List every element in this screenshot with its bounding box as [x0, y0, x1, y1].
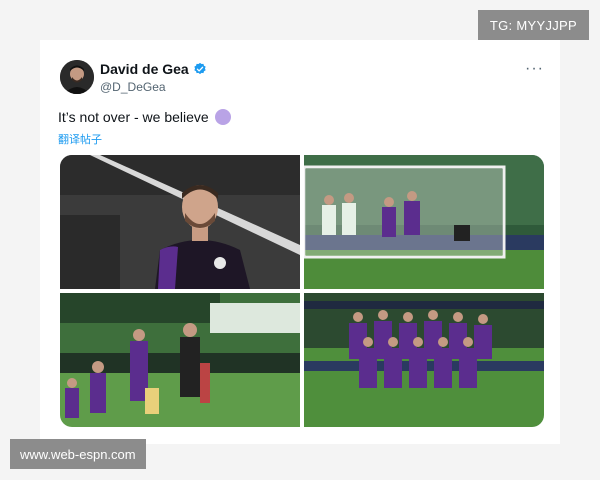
- watermark-top: TG: MYYJJPP: [477, 10, 589, 40]
- watermark-bottom: www.web-espn.com: [10, 439, 146, 469]
- display-name[interactable]: David de Gea: [100, 61, 189, 77]
- purple-circle-icon: [214, 109, 231, 125]
- photo-penalty-moment[interactable]: [304, 155, 544, 289]
- photo-grid: [60, 155, 544, 427]
- photo-tunnel-walkout[interactable]: [60, 293, 300, 427]
- tweet-text-row: It’s not over - we believe: [58, 109, 231, 125]
- photo-player-portrait[interactable]: [60, 155, 300, 289]
- tweet-text: It’s not over - we believe: [58, 109, 209, 125]
- user-handle[interactable]: @D_DeGea: [100, 80, 166, 94]
- more-options-icon[interactable]: ···: [525, 60, 544, 78]
- verified-badge-icon: [194, 62, 206, 75]
- translate-post-link[interactable]: 翻译帖子: [58, 131, 102, 147]
- avatar[interactable]: [60, 60, 94, 94]
- name-row: David de Gea: [100, 61, 207, 77]
- photo-team-photo[interactable]: [304, 293, 544, 427]
- tweet-card: David de Gea @D_DeGea ··· It’s not over …: [40, 40, 560, 444]
